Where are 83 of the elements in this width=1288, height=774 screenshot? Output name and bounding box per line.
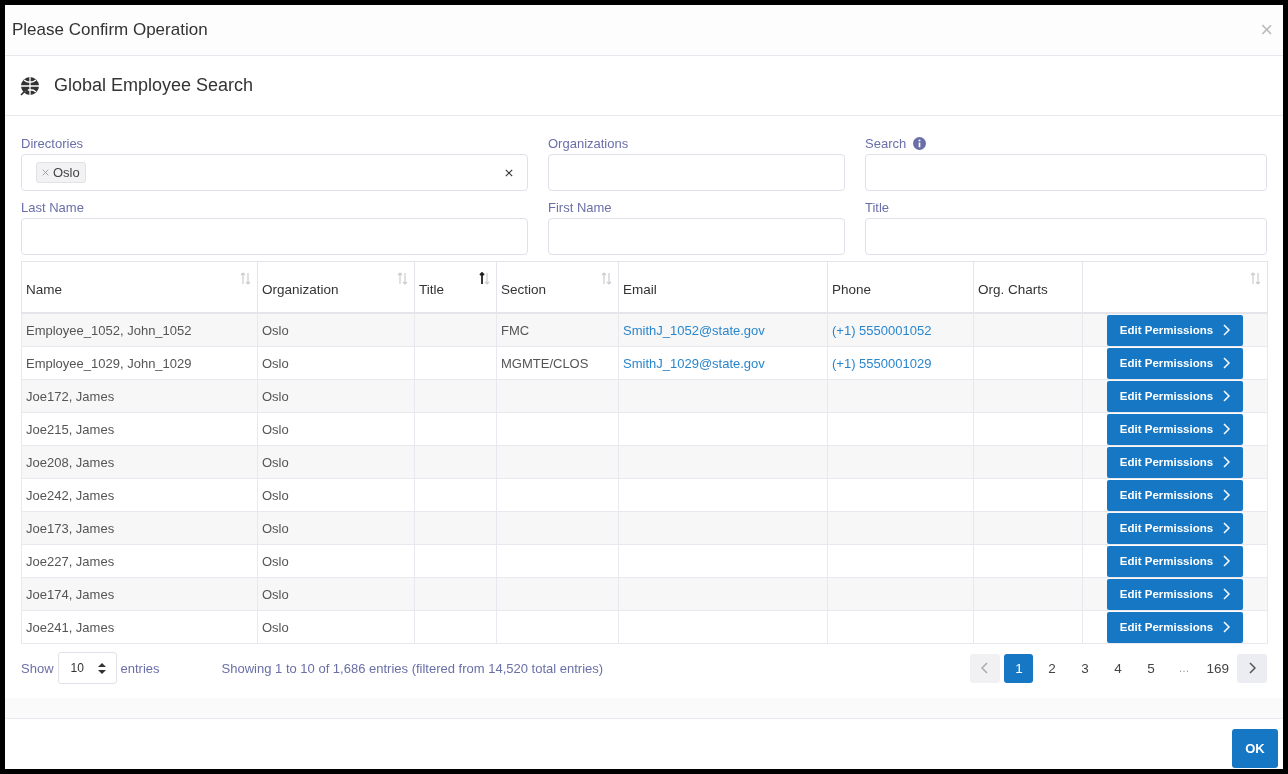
chevron-right-icon xyxy=(1222,324,1231,336)
clear-icon[interactable] xyxy=(505,168,513,177)
chevron-left-icon xyxy=(981,662,990,674)
input-field[interactable] xyxy=(865,218,1267,255)
chevron-right-icon xyxy=(1222,390,1231,402)
table-cell: Joe227, James xyxy=(26,553,115,569)
chevron-right-icon xyxy=(1222,357,1231,369)
page-button[interactable]: 169 xyxy=(1202,653,1233,683)
table-cell: Oslo xyxy=(262,487,289,503)
field-label: Organizations xyxy=(548,136,629,151)
table-cell: Joe242, James xyxy=(26,487,115,503)
table-cell: Oslo xyxy=(262,454,289,470)
selected-tag[interactable]: Oslo xyxy=(36,162,86,183)
table-cell: Oslo xyxy=(262,355,289,371)
edit-permissions-button[interactable]: Edit Permissions xyxy=(1107,611,1243,643)
edit-permissions-button[interactable]: Edit Permissions xyxy=(1107,578,1243,610)
chevron-right-icon xyxy=(1222,555,1231,567)
next-page-button[interactable] xyxy=(1237,653,1267,683)
table-cell: Oslo xyxy=(262,553,289,569)
table-cell: Oslo xyxy=(262,388,289,404)
table-cell: Joe215, James xyxy=(26,421,115,437)
chevron-right-icon xyxy=(1222,456,1231,468)
table-cell: Joe208, James xyxy=(26,454,115,470)
table-cell: Oslo xyxy=(262,421,289,437)
column-header[interactable]: Organization xyxy=(262,281,339,297)
table-cell: Oslo xyxy=(262,322,289,338)
table-cell: MGMTE/CLOS xyxy=(501,355,589,371)
page-button[interactable]: 2 xyxy=(1037,653,1067,683)
field-label: Last Name xyxy=(21,200,84,215)
chevron-right-icon xyxy=(1222,489,1231,501)
section-title: Global Employee Search xyxy=(54,75,254,96)
column-header[interactable]: Email xyxy=(623,281,657,297)
directories-select[interactable]: Oslo xyxy=(21,154,528,191)
edit-permissions-button[interactable]: Edit Permissions xyxy=(1107,347,1243,379)
edit-permissions-button[interactable]: Edit Permissions xyxy=(1107,314,1243,346)
page-button[interactable]: 1 xyxy=(1004,653,1034,683)
edit-permissions-button[interactable]: Edit Permissions xyxy=(1107,479,1243,511)
table-cell: Joe241, James xyxy=(26,619,115,635)
remove-tag-icon[interactable] xyxy=(42,169,49,176)
field-label: Directories xyxy=(21,136,84,151)
table-cell: Oslo xyxy=(262,586,289,602)
chevron-right-icon xyxy=(1222,621,1231,633)
edit-permissions-button[interactable]: Edit Permissions xyxy=(1107,380,1243,412)
input-field[interactable] xyxy=(21,218,528,255)
ok-button[interactable]: OK xyxy=(1232,729,1278,768)
field-label: Search xyxy=(865,136,907,151)
sort-caret-icon xyxy=(97,662,106,674)
chevron-right-icon xyxy=(1248,662,1256,674)
input-field[interactable] xyxy=(865,154,1267,191)
column-header[interactable]: Section xyxy=(501,281,547,297)
table-cell: Employee_1052, John_1052 xyxy=(26,322,192,338)
globe-icon xyxy=(20,75,40,96)
page-ellipsis: … xyxy=(1177,661,1191,676)
field-label: Title xyxy=(865,200,890,215)
table-cell: Joe172, James xyxy=(26,388,115,404)
edit-permissions-button[interactable]: Edit Permissions xyxy=(1107,545,1243,577)
table-cell: Joe174, James xyxy=(26,586,115,602)
edit-permissions-button[interactable]: Edit Permissions xyxy=(1107,446,1243,478)
page-size-select[interactable]: 10 xyxy=(57,652,117,684)
page-button[interactable]: 4 xyxy=(1103,653,1133,683)
field-label: First Name xyxy=(548,200,612,215)
table-cell: Joe173, James xyxy=(26,520,115,536)
table-cell: Employee_1029, John_1029 xyxy=(26,355,192,371)
column-header[interactable]: Org. Charts xyxy=(978,281,1048,297)
table-cell: Oslo xyxy=(262,619,289,635)
dialog-title: Please Confirm Operation xyxy=(12,20,208,40)
show-label: Show xyxy=(21,660,54,676)
entries-info: Showing 1 to 10 of 1,686 entries (filtered from 14,520 total entries) xyxy=(221,660,604,676)
chevron-right-icon xyxy=(1222,423,1231,435)
input-field[interactable] xyxy=(548,218,845,255)
edit-permissions-button[interactable]: Edit Permissions xyxy=(1107,512,1243,544)
chevron-right-icon xyxy=(1222,522,1231,534)
page-button[interactable]: 3 xyxy=(1070,653,1100,683)
column-header[interactable]: Name xyxy=(26,281,62,297)
chevron-right-icon xyxy=(1222,588,1231,600)
input-field[interactable] xyxy=(548,154,845,191)
page-button[interactable]: 5 xyxy=(1136,653,1166,683)
column-header[interactable]: Phone xyxy=(832,281,872,297)
edit-permissions-button[interactable]: Edit Permissions xyxy=(1107,413,1243,445)
column-header[interactable]: Title xyxy=(419,281,444,297)
entries-label: entries xyxy=(120,660,160,676)
table-cell: FMC xyxy=(501,322,530,338)
table-cell: Oslo xyxy=(262,520,289,536)
